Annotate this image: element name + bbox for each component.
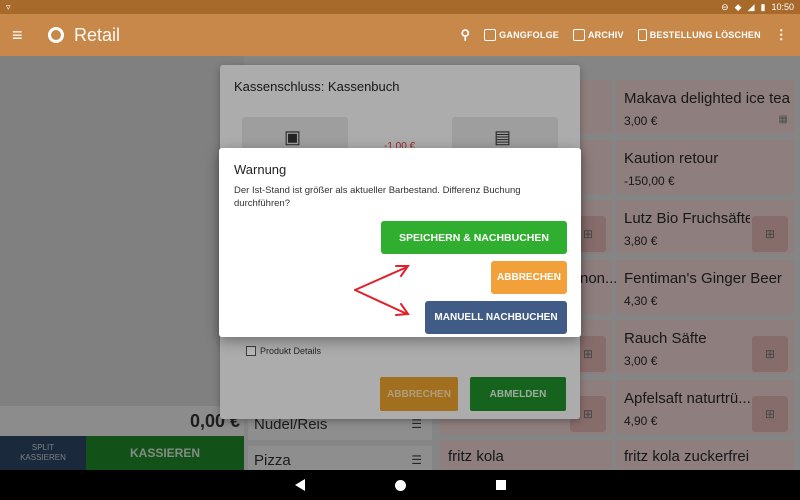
home-icon[interactable] [394, 479, 406, 491]
wifi-icon: ◆ [734, 1, 742, 12]
app-title: Retail [74, 24, 121, 45]
app-bar: ≡ Retail ⚲ GANGFOLGE ARCHIV BESTELLUNG L… [0, 14, 800, 56]
delete-order-button[interactable]: BESTELLUNG LÖSCHEN [637, 29, 761, 41]
manual-rebook-button[interactable]: MANUELL NACHBUCHEN [425, 301, 567, 334]
cancel-button[interactable]: ABBRECHEN [491, 261, 567, 294]
system-nav-bar [0, 470, 800, 500]
warning-title: Warnung [234, 162, 287, 177]
clock: 10:50 [771, 2, 794, 12]
more-vert-icon[interactable]: ⋮ [775, 27, 788, 43]
menu-icon[interactable]: ≡ [12, 25, 34, 46]
dnd-icon: ⊖ [721, 1, 729, 12]
archive-icon [572, 29, 585, 41]
archiv-button[interactable]: ARCHIV [572, 29, 624, 41]
trash-icon [637, 29, 647, 41]
signal-icon: ◢ [747, 1, 755, 12]
save-and-rebook-button[interactable]: SPEICHERN & NACHBUCHEN [381, 221, 567, 254]
warning-dialog: Warnung Der Ist-Stand ist größer als akt… [219, 148, 581, 337]
battery-icon: ▮ [760, 1, 766, 12]
back-icon[interactable] [294, 479, 305, 491]
recent-apps-icon[interactable] [495, 480, 506, 490]
app-logo [48, 27, 64, 43]
gangfolge-icon [484, 29, 497, 41]
warning-message: Der Ist-Stand ist größer als aktueller B… [234, 185, 521, 209]
gangfolge-button[interactable]: GANGFOLGE [484, 29, 559, 41]
search-icon[interactable]: ⚲ [460, 27, 470, 43]
notification-icon: ▿ [6, 1, 11, 12]
status-bar: ▿ ⊖ ◆ ◢ ▮ 10:50 [0, 0, 800, 14]
